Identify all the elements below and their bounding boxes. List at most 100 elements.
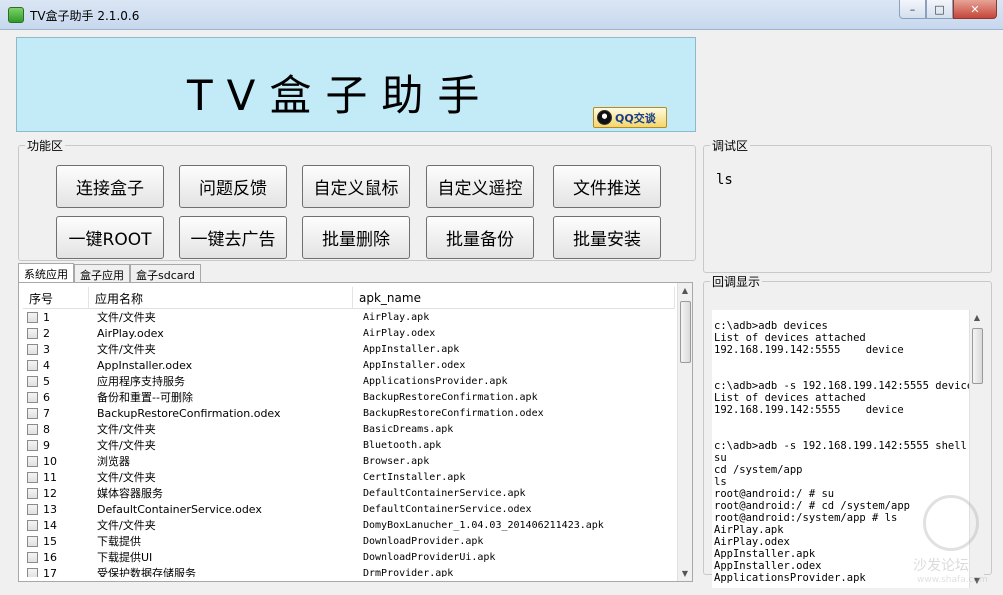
row-checkbox[interactable] — [27, 327, 38, 339]
row-app-name: 文件/文件夹 — [97, 343, 156, 356]
table-row[interactable]: 2 AirPlay.odex AirPlay.odex — [23, 325, 675, 341]
row-app-name: 下载提供UI — [97, 551, 153, 564]
file-push-button[interactable]: 文件推送 — [553, 165, 661, 208]
echo-line: c:\adb>adb -s 192.168.199.142:5555 shell — [714, 440, 967, 452]
echo-line: List of devices attached — [714, 392, 866, 404]
row-app-name: 文件/文件夹 — [97, 311, 156, 324]
row-number-cell: 2 — [23, 327, 89, 340]
row-checkbox[interactable] — [27, 311, 38, 323]
debug-command-input[interactable]: ls — [716, 172, 733, 188]
echo-line: 192.168.199.142:5555 device — [714, 344, 904, 356]
echo-line: c:\adb>adb devices — [714, 320, 828, 332]
row-number: 5 — [43, 374, 50, 388]
row-checkbox[interactable] — [27, 407, 38, 419]
table-row[interactable]: 5 应用程序支持服务 ApplicationsProvider.apk — [23, 373, 675, 389]
window-controls: – □ ✕ — [899, 0, 997, 20]
header-app-name[interactable]: 应用名称 — [89, 287, 353, 309]
tab-system-apps[interactable]: 系统应用 — [18, 263, 74, 283]
echo-area-legend: 回调显示 — [712, 275, 761, 289]
row-checkbox[interactable] — [27, 455, 38, 467]
table-row[interactable]: 4 AppInstaller.odex AppInstaller.odex — [23, 357, 675, 373]
row-checkbox[interactable] — [27, 359, 38, 371]
row-checkbox[interactable] — [27, 375, 38, 387]
header-no[interactable]: 序号 — [23, 287, 89, 309]
row-apk-name: AppInstaller.odex — [363, 359, 466, 371]
watermark-url: www.shafa.com — [917, 575, 988, 585]
table-row[interactable]: 12 媒体容器服务 DefaultContainerService.apk — [23, 485, 675, 501]
row-checkbox[interactable] — [27, 391, 38, 403]
row-checkbox[interactable] — [27, 551, 38, 563]
table-row[interactable]: 11 文件/文件夹 CertInstaller.apk — [23, 469, 675, 485]
row-apk-name: AirPlay.odex — [363, 327, 436, 339]
echo-line — [712, 368, 970, 380]
row-app-name: 文件/文件夹 — [97, 439, 156, 452]
table-row[interactable]: 15 下载提供 DownloadProvider.apk — [23, 533, 675, 549]
custom-mouse-button[interactable]: 自定义鼠标 — [302, 165, 410, 208]
row-app-name: 应用程序支持服务 — [97, 375, 185, 388]
batch-delete-button[interactable]: 批量删除 — [302, 216, 410, 259]
row-apk-name: BackupRestoreConfirmation.odex — [363, 407, 544, 419]
table-row[interactable]: 7 BackupRestoreConfirmation.odex BackupRes… — [23, 405, 675, 421]
row-number-cell: 9 — [23, 439, 89, 452]
function-area-legend: 功能区 — [27, 139, 64, 153]
arrow-up-icon[interactable]: ▲ — [970, 310, 984, 325]
table-row[interactable]: 16 下载提供UI DownloadProviderUi.apk — [23, 549, 675, 565]
batch-install-button[interactable]: 批量安装 — [553, 216, 661, 259]
table-row[interactable]: 17 受保护数据存储服务 DrmProvider.apk — [23, 565, 675, 577]
header-apk-name[interactable]: apk_name — [353, 287, 675, 309]
minimize-button[interactable]: – — [899, 0, 926, 19]
row-app-name: 受保护数据存储服务 — [97, 567, 196, 577]
row-app-name: 文件/文件夹 — [97, 471, 156, 484]
table-row[interactable]: 3 文件/文件夹 AppInstaller.apk — [23, 341, 675, 357]
close-button[interactable]: ✕ — [953, 0, 997, 19]
qq-chat-button[interactable]: QQ交谈 — [593, 107, 667, 128]
row-checkbox[interactable] — [27, 343, 38, 355]
row-checkbox[interactable] — [27, 471, 38, 483]
row-apk-name: Bluetooth.apk — [363, 439, 442, 451]
row-checkbox[interactable] — [27, 503, 38, 515]
custom-remote-button[interactable]: 自定义遥控 — [426, 165, 534, 208]
tab-box-sdcard[interactable]: 盒子sdcard — [130, 264, 201, 282]
table-row[interactable]: 6 备份和重置--可删除 BackupRestoreConfirmation.apk — [23, 389, 675, 405]
echo-line: c:\adb>adb -s 192.168.199.142:5555 devic… — [714, 380, 980, 392]
table-row[interactable]: 9 文件/文件夹 Bluetooth.apk — [23, 437, 675, 453]
feedback-button[interactable]: 问题反馈 — [179, 165, 287, 208]
row-app-name: 文件/文件夹 — [97, 423, 156, 436]
row-checkbox[interactable] — [27, 567, 38, 577]
row-number: 11 — [43, 470, 57, 484]
arrow-down-icon[interactable]: ▼ — [678, 566, 692, 581]
row-number: 6 — [43, 390, 50, 404]
row-number: 2 — [43, 326, 50, 340]
remove-ads-button[interactable]: 一键去广告 — [179, 216, 287, 259]
row-number-cell: 8 — [23, 423, 89, 436]
connect-box-button[interactable]: 连接盒子 — [56, 165, 164, 208]
app-tabs: 系统应用 盒子应用 盒子sdcard — [18, 263, 201, 283]
one-click-root-button[interactable]: 一键ROOT — [56, 216, 164, 259]
echo-scroll-thumb[interactable] — [972, 328, 983, 384]
row-checkbox[interactable] — [27, 439, 38, 451]
row-checkbox[interactable] — [27, 423, 38, 435]
row-checkbox[interactable] — [27, 535, 38, 547]
table-row[interactable]: 10 浏览器 Browser.apk — [23, 453, 675, 469]
maximize-button[interactable]: □ — [926, 0, 953, 19]
row-checkbox[interactable] — [27, 487, 38, 499]
table-row[interactable]: 8 文件/文件夹 BasicDreams.apk — [23, 421, 675, 437]
row-app-name: 浏览器 — [97, 455, 130, 468]
row-number: 13 — [43, 502, 57, 516]
echo-line — [712, 428, 970, 440]
tab-box-apps[interactable]: 盒子应用 — [74, 264, 130, 282]
watermark: 沙发论坛 www.shafa.com — [905, 495, 995, 590]
table-scrollbar[interactable]: ▲ ▼ — [677, 283, 692, 581]
row-number: 17 — [43, 566, 57, 578]
row-apk-name: DownloadProvider.apk — [363, 535, 484, 547]
table-scroll-thumb[interactable] — [680, 301, 691, 363]
table-row[interactable]: 13 DefaultContainerService.odex DefaultCon… — [23, 501, 675, 517]
table-row[interactable]: 14 文件/文件夹 DomyBoxLanucher_1.04.03_20140621… — [23, 517, 675, 533]
row-checkbox[interactable] — [27, 519, 38, 531]
echo-line: List of devices attached — [714, 332, 866, 344]
row-app-name: DefaultContainerService.odex — [97, 502, 262, 516]
arrow-up-icon[interactable]: ▲ — [678, 283, 692, 298]
batch-backup-button[interactable]: 批量备份 — [426, 216, 534, 259]
table-row[interactable]: 1 文件/文件夹 AirPlay.apk — [23, 309, 675, 325]
row-apk-name: ApplicationsProvider.apk — [363, 375, 508, 387]
